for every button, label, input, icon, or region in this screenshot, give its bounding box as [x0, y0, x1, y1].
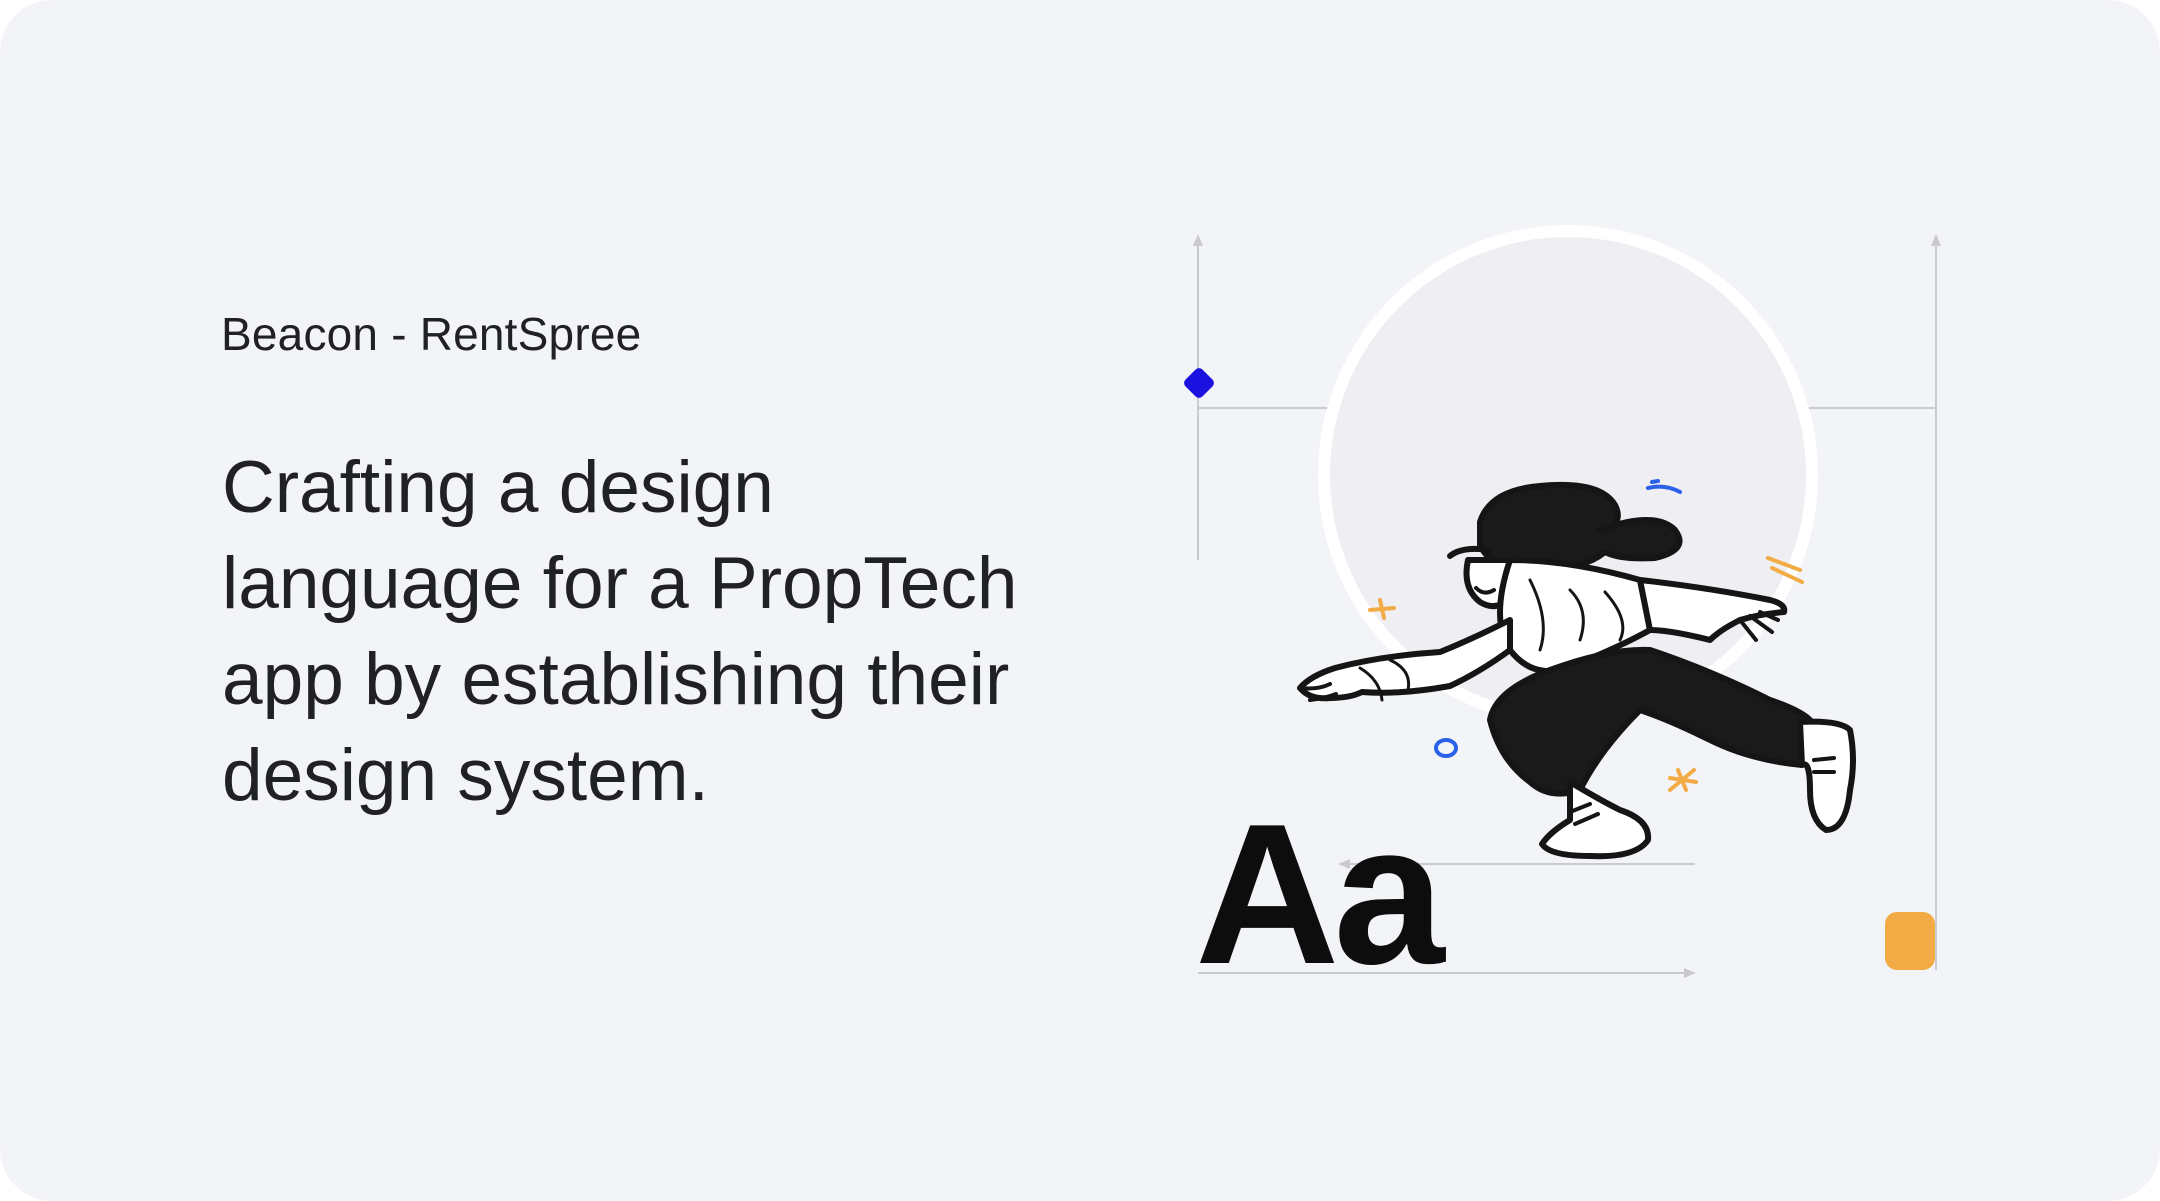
square-icon [1885, 912, 1935, 970]
typography-sample: Aa [1195, 783, 1445, 1006]
project-headline: Crafting a design language for a PropTec… [222, 447, 1018, 816]
project-card[interactable]: Beacon - RentSpree Crafting a design lan… [0, 0, 2160, 1201]
diamond-icon [1184, 368, 1214, 398]
project-client-label: Beacon - RentSpree [221, 308, 642, 360]
right-guide-line [1931, 234, 1941, 970]
